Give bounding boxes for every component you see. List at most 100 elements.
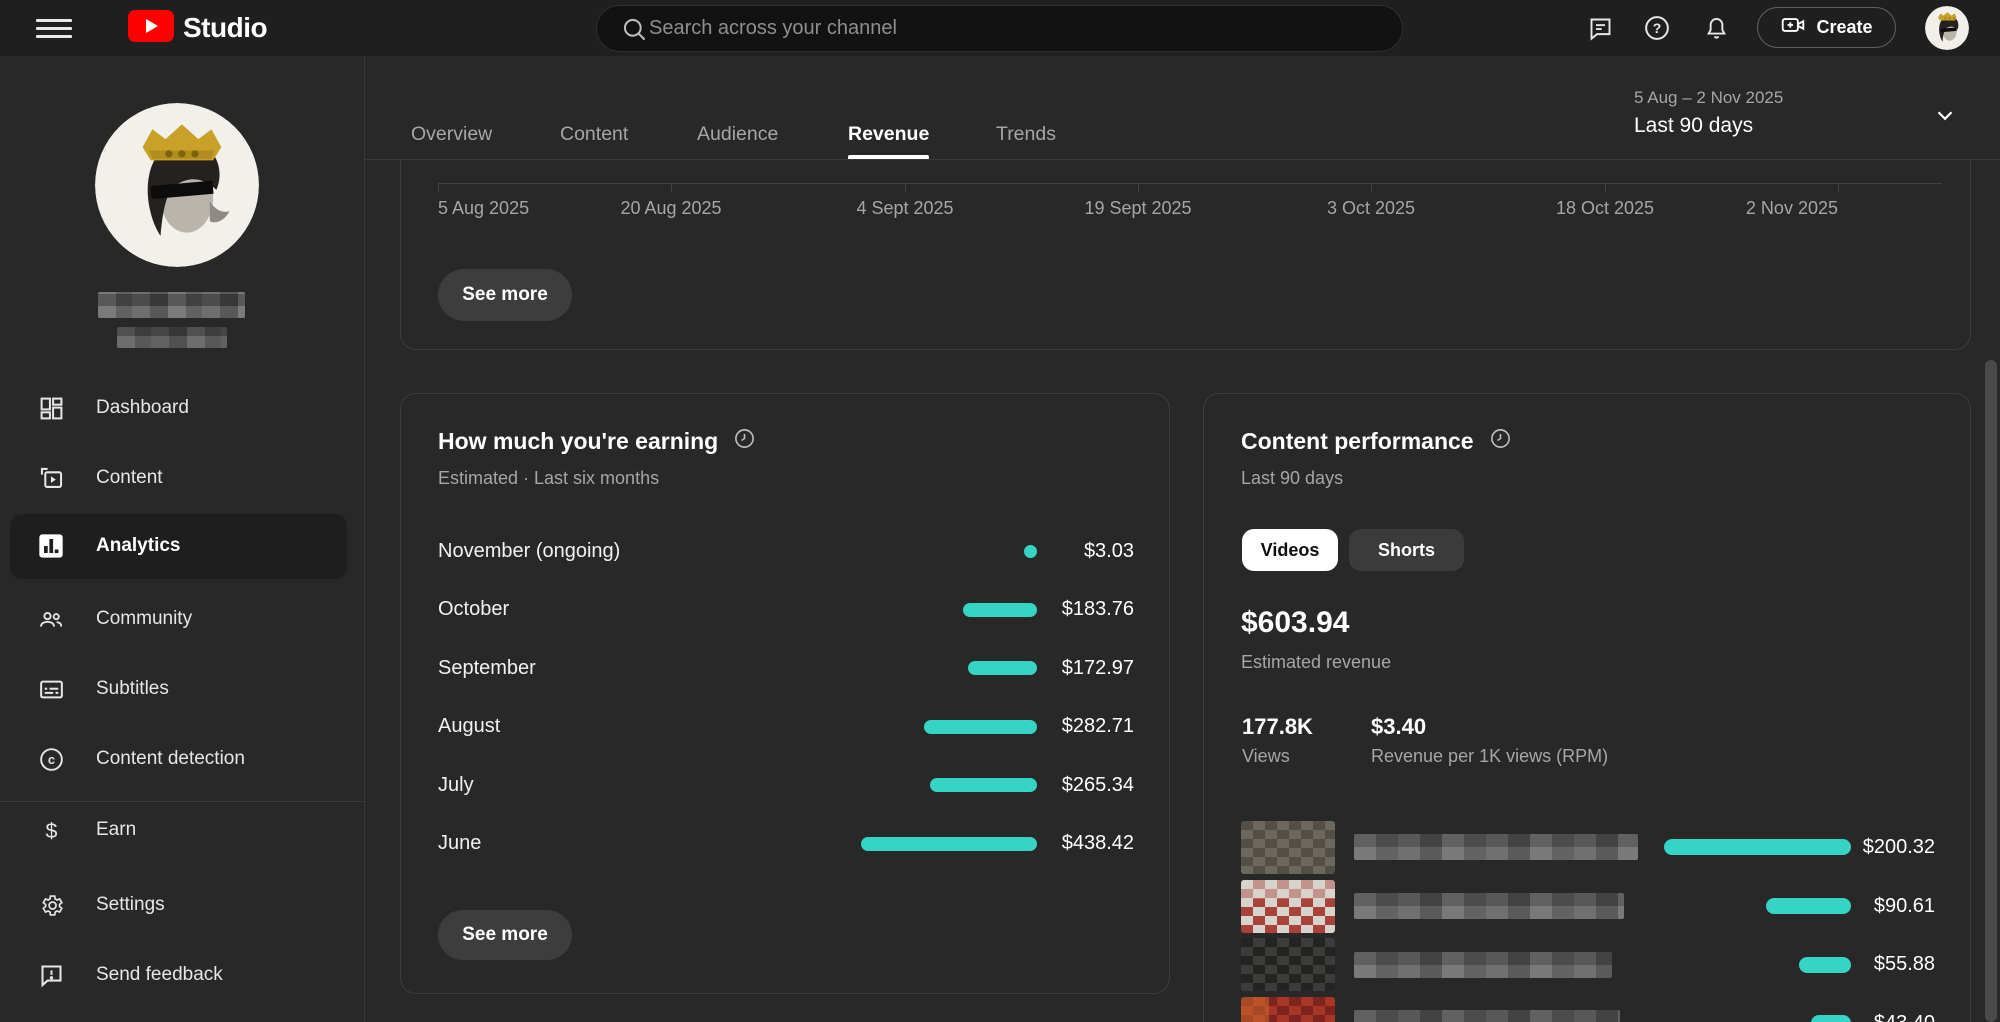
sidebar-item-label: Earn: [96, 819, 136, 841]
earnings-row: June $438.42: [438, 815, 1134, 874]
feedback-chat-icon[interactable]: [1586, 14, 1614, 42]
video-title-redacted: [1354, 1010, 1620, 1022]
earnings-value: $438.42: [1037, 832, 1134, 855]
studio-logo[interactable]: Studio: [128, 12, 267, 44]
views-value: 177.8K: [1242, 714, 1313, 740]
video-revenue-bar: [1811, 1015, 1852, 1022]
notifications-bell-icon[interactable]: [1702, 14, 1730, 42]
tab-audience[interactable]: Audience: [697, 55, 778, 159]
performance-card-subtitle: Last 90 days: [1241, 468, 1343, 489]
sidebar-item-content[interactable]: Content: [0, 443, 365, 513]
content-icon: [37, 464, 65, 492]
tab-trends[interactable]: Trends: [996, 55, 1056, 159]
earnings-bar: [968, 661, 1037, 675]
video-title-redacted: [1354, 834, 1638, 860]
video-thumbnail[interactable]: [1241, 938, 1335, 991]
videos-chip[interactable]: Videos: [1242, 529, 1338, 571]
earnings-row: September $172.97: [438, 639, 1134, 698]
earnings-row: November (ongoing) $3.03: [438, 522, 1134, 581]
chevron-down-icon: [1932, 102, 1958, 131]
see-more-button[interactable]: See more: [438, 269, 572, 321]
svg-text:?: ?: [1653, 20, 1662, 36]
studio-wordmark: Studio: [183, 12, 267, 44]
feedback-icon: [37, 961, 65, 989]
month-label: July: [438, 774, 861, 797]
menu-icon[interactable]: [34, 13, 74, 43]
revenue-chart-card: 5 Aug 2025 20 Aug 2025 4 Sept 2025 19 Se…: [400, 160, 1971, 350]
tab-revenue[interactable]: Revenue: [848, 55, 929, 159]
copyright-icon: c: [37, 745, 65, 773]
subtitles-icon: [37, 675, 65, 703]
sidebar-item-label: Analytics: [96, 535, 180, 557]
earnings-card: How much you're earning Estimated · Last…: [400, 393, 1170, 994]
analytics-icon: [37, 532, 65, 560]
axis-tick-label: 19 Sept 2025: [1084, 198, 1191, 219]
earnings-card-title: How much you're earning: [438, 428, 718, 455]
axis-tick-label: 2 Nov 2025: [1746, 198, 1838, 219]
create-video-icon: [1780, 12, 1806, 43]
video-revenue-value: $90.61: [1851, 895, 1935, 918]
create-button[interactable]: Create: [1757, 7, 1896, 48]
views-label: Views: [1242, 746, 1290, 767]
time-info-icon[interactable]: [1489, 427, 1512, 455]
shorts-chip[interactable]: Shorts: [1349, 529, 1464, 571]
earnings-bar: [963, 603, 1037, 617]
video-row[interactable]: $90.61: [1241, 877, 1935, 936]
earnings-bar: [1024, 545, 1037, 558]
video-revenue-value: $55.88: [1851, 953, 1935, 976]
video-row[interactable]: $43.40: [1241, 994, 1935, 1022]
page-scrollbar[interactable]: [1985, 360, 1997, 1022]
youtube-studio-app: Studio ? Create: [0, 0, 2000, 1022]
sidebar-item-label: Community: [96, 608, 192, 630]
sidebar-item-analytics[interactable]: Analytics: [0, 511, 365, 581]
channel-handle-redacted: [117, 327, 227, 348]
search-input[interactable]: [647, 16, 1380, 41]
axis-tick-label: 4 Sept 2025: [856, 198, 953, 219]
sidebar-item-community[interactable]: Community: [0, 584, 365, 654]
axis-tick-label: 5 Aug 2025: [438, 198, 529, 219]
sidebar-item-label: Content: [96, 467, 163, 489]
video-thumbnail[interactable]: [1241, 997, 1335, 1022]
sidebar-item-label: Settings: [96, 894, 165, 916]
search-bar[interactable]: [596, 5, 1403, 52]
sidebar-item-dashboard[interactable]: Dashboard: [0, 373, 365, 443]
month-label: June: [438, 832, 861, 855]
month-label: August: [438, 715, 861, 738]
tab-overview[interactable]: Overview: [411, 55, 492, 159]
video-row[interactable]: $55.88: [1241, 935, 1935, 994]
time-info-icon[interactable]: [733, 427, 756, 455]
video-revenue-value: $200.32: [1851, 836, 1935, 859]
rpm-value: $3.40: [1371, 714, 1426, 740]
tab-content[interactable]: Content: [560, 55, 628, 159]
video-thumbnail[interactable]: [1241, 821, 1335, 874]
dashboard-icon: [37, 394, 65, 422]
month-label: September: [438, 657, 861, 680]
earnings-value: $3.03: [1037, 540, 1134, 563]
sidebar-item-earn[interactable]: $ Earn: [0, 795, 365, 865]
axis-tick-label: 3 Oct 2025: [1327, 198, 1415, 219]
video-title-redacted: [1354, 952, 1612, 978]
youtube-play-icon: [128, 10, 174, 47]
date-range-text: 5 Aug – 2 Nov 2025: [1634, 88, 1783, 108]
earnings-value: $265.34: [1037, 774, 1134, 797]
account-avatar[interactable]: [1925, 6, 1969, 50]
help-icon[interactable]: ?: [1643, 14, 1671, 42]
create-label: Create: [1816, 17, 1872, 38]
date-picker-toggle[interactable]: [1925, 96, 1965, 136]
video-row[interactable]: $200.32: [1241, 818, 1935, 877]
sidebar-item-send-feedback[interactable]: Send feedback: [0, 940, 365, 1010]
video-revenue-value: $43.40: [1851, 1012, 1935, 1022]
axis-tick-label: 20 Aug 2025: [620, 198, 721, 219]
earnings-value: $183.76: [1037, 598, 1134, 621]
sidebar-item-settings[interactable]: Settings: [0, 870, 365, 940]
see-more-button[interactable]: See more: [438, 910, 572, 960]
channel-avatar[interactable]: [95, 103, 259, 267]
video-thumbnail[interactable]: [1241, 880, 1335, 933]
content-performance-card: Content performance Last 90 days Videos …: [1203, 393, 1971, 1022]
svg-text:c: c: [47, 752, 54, 767]
axis-tick-label: 18 Oct 2025: [1556, 198, 1654, 219]
performance-card-title: Content performance: [1241, 428, 1474, 455]
sidebar-item-content-detection[interactable]: c Content detection: [0, 724, 365, 794]
sidebar-item-subtitles[interactable]: Subtitles: [0, 654, 365, 724]
earnings-row: October $183.76: [438, 581, 1134, 640]
